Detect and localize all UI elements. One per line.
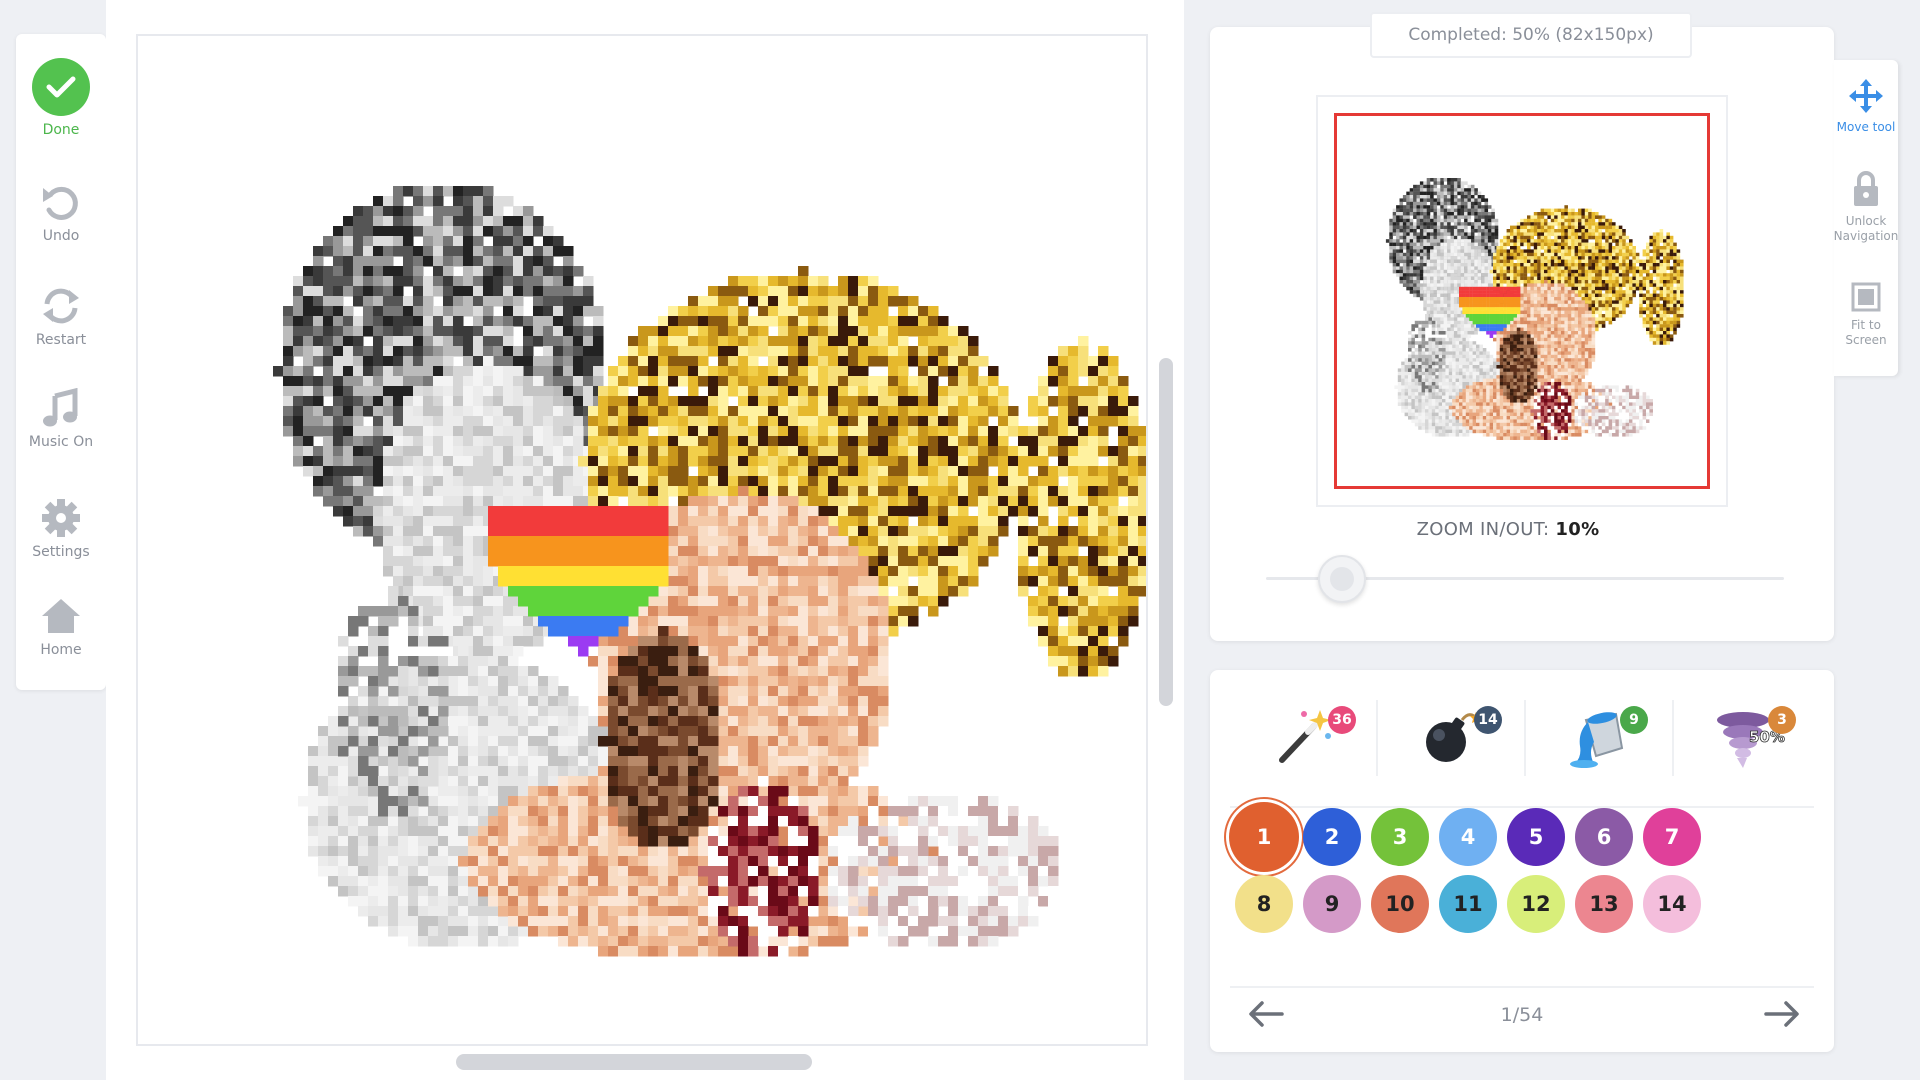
check-icon <box>32 58 90 116</box>
completion-status: Completed: 50% (82x150px) <box>1370 12 1692 58</box>
magic-wand-icon <box>1279 710 1331 763</box>
color-swatch-4[interactable]: 4 <box>1439 808 1497 866</box>
zoom-slider-knob[interactable] <box>1318 555 1366 603</box>
lock-icon <box>1854 171 1878 206</box>
done-button[interactable]: Done <box>16 58 106 138</box>
canvas-panel <box>106 0 1184 1080</box>
music-note-icon <box>43 388 78 427</box>
restart-label: Restart <box>35 332 87 348</box>
zoom-value: 10% <box>1555 519 1600 540</box>
tornado-count: 3 <box>1768 706 1796 734</box>
booster-bar: 36 14 9 50% 3 <box>1230 692 1814 782</box>
preview-panel: ZOOM IN/OUT: 10% <box>1210 27 1834 641</box>
vertical-scrollbar[interactable] <box>1159 358 1173 706</box>
magic-wand-count: 36 <box>1328 706 1356 734</box>
restart-icon <box>43 288 79 324</box>
bomb-booster[interactable]: 14 <box>1378 692 1524 782</box>
music-toggle[interactable]: Music On <box>16 388 106 450</box>
magic-wand-booster[interactable]: 36 <box>1230 692 1376 782</box>
unlock-navigation-label: Unlock Navigation <box>1833 214 1899 243</box>
paint-bucket-count: 9 <box>1620 706 1648 734</box>
fit-to-screen-label: Fit to Screen <box>1845 318 1887 347</box>
tornado-booster[interactable]: 50% 3 <box>1674 692 1820 782</box>
undo-button[interactable]: Undo <box>16 182 106 244</box>
home-button[interactable]: Home <box>16 596 106 658</box>
pixel-artwork[interactable] <box>138 36 1146 1044</box>
color-swatch-9[interactable]: 9 <box>1303 875 1361 933</box>
zoom-readout: ZOOM IN/OUT: 10% <box>1210 519 1806 540</box>
color-swatch-13[interactable]: 13 <box>1575 875 1633 933</box>
pixel-canvas[interactable] <box>136 34 1148 1046</box>
thumbnail-preview[interactable] <box>1316 95 1728 507</box>
page-indicator: 1/54 <box>1500 1004 1544 1026</box>
settings-label: Settings <box>32 544 90 560</box>
color-swatch-6[interactable]: 6 <box>1575 808 1633 866</box>
move-arrows-icon <box>1849 79 1883 113</box>
palette-panel: 36 14 9 50% 3 1 2 3 4 5 6 7 8 9 10 11 12… <box>1210 670 1834 1052</box>
fit-to-screen-button[interactable]: Fit to Screen <box>1834 282 1898 348</box>
home-icon <box>42 599 80 633</box>
music-label: Music On <box>28 434 94 450</box>
color-swatch-8[interactable]: 8 <box>1235 875 1293 933</box>
left-toolbar: Done Undo Restart Music On Settings Home <box>16 34 106 690</box>
restart-button[interactable]: Restart <box>16 286 106 348</box>
color-swatch-3[interactable]: 3 <box>1371 808 1429 866</box>
done-label: Done <box>42 122 80 138</box>
color-swatch-2[interactable]: 2 <box>1303 808 1361 866</box>
paint-bucket-booster[interactable]: 9 <box>1526 692 1672 782</box>
next-page-arrow-icon[interactable] <box>1762 998 1802 1030</box>
fit-screen-icon <box>1851 282 1881 312</box>
unlock-navigation-button[interactable]: Unlock Navigation <box>1834 170 1898 244</box>
color-swatch-14[interactable]: 14 <box>1643 875 1701 933</box>
settings-button[interactable]: Settings <box>16 498 106 560</box>
color-swatch-12[interactable]: 12 <box>1507 875 1565 933</box>
bomb-count: 14 <box>1474 706 1502 734</box>
navigation-tools: Move tool Unlock Navigation Fit to Scree… <box>1834 60 1898 376</box>
color-swatch-11[interactable]: 11 <box>1439 875 1497 933</box>
gear-icon <box>42 499 80 537</box>
horizontal-scrollbar[interactable] <box>456 1054 812 1070</box>
viewport-indicator[interactable] <box>1334 113 1710 489</box>
zoom-label: ZOOM IN/OUT: <box>1416 519 1550 540</box>
undo-icon <box>43 186 78 220</box>
move-tool-button[interactable]: Move tool <box>1834 78 1898 135</box>
color-swatch-5[interactable]: 5 <box>1507 808 1565 866</box>
undo-label: Undo <box>42 228 80 244</box>
color-swatch-7[interactable]: 7 <box>1643 808 1701 866</box>
move-tool-label: Move tool <box>1836 120 1896 134</box>
home-label: Home <box>40 642 82 658</box>
color-swatch-1[interactable]: 1 <box>1229 802 1299 872</box>
color-swatch-10[interactable]: 10 <box>1371 875 1429 933</box>
